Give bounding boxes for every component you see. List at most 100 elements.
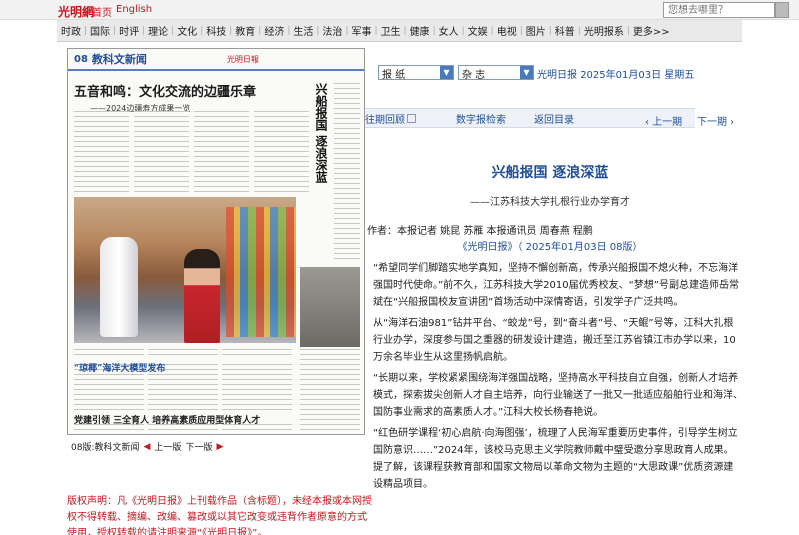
publication-weekday: 星期五 xyxy=(664,70,695,81)
text-line xyxy=(148,399,218,400)
text-line xyxy=(222,374,292,375)
nav-item[interactable]: 科普 xyxy=(555,23,575,38)
text-line xyxy=(254,191,309,192)
text-line xyxy=(148,404,218,405)
search-input[interactable] xyxy=(663,2,775,18)
text-line xyxy=(194,111,249,112)
digital-search-button[interactable]: 数字报检索 xyxy=(456,111,506,126)
page-number: 08 xyxy=(74,53,88,65)
back-issue-button[interactable]: 往期回顾 xyxy=(365,111,405,126)
nav-separator: | xyxy=(403,25,407,36)
page-lower-headline[interactable]: “琼椰”海洋大模型发布 xyxy=(74,361,165,374)
publication-selector: 报 纸 ▼ 杂 志 ▼ xyxy=(378,65,534,81)
text-line xyxy=(254,116,309,117)
text-line xyxy=(194,186,249,187)
text-line xyxy=(74,131,129,132)
text-line xyxy=(74,111,129,112)
publication-info: 光明日报 2025年01月03日 星期五 xyxy=(537,66,694,81)
prev-issue-link[interactable]: ‹ 上一期 xyxy=(645,113,682,128)
text-line xyxy=(222,349,292,350)
nav-item[interactable]: 生活 xyxy=(293,23,313,38)
text-line xyxy=(148,409,218,410)
text-line xyxy=(74,146,129,147)
text-line xyxy=(334,113,360,114)
nav-item[interactable]: 光明报系 xyxy=(584,23,624,38)
text-line xyxy=(74,409,144,410)
text-line xyxy=(148,394,218,395)
text-line xyxy=(300,359,360,360)
text-line xyxy=(148,379,218,380)
site-logo[interactable]: 光明網 xyxy=(58,3,94,20)
nav-item[interactable]: 科技 xyxy=(206,23,226,38)
next-issue-link[interactable]: 下一期 › xyxy=(697,113,734,128)
nav-item[interactable]: 军事 xyxy=(351,23,371,38)
article-author: 作者：本报记者 姚昆 苏雁 本报通讯员 周春燕 程鹏 xyxy=(367,226,593,237)
page-lower-subline[interactable]: 党建引领 三全育人 培养高素质应用型体育人才 xyxy=(74,413,260,426)
return-toc-button[interactable]: 返回目录 xyxy=(534,111,574,126)
home-link[interactable]: 首页 xyxy=(92,4,112,19)
nav-item[interactable]: 健康 xyxy=(410,23,430,38)
nav-item[interactable]: 更多>> xyxy=(633,23,670,38)
nav-item[interactable]: 理论 xyxy=(148,23,168,38)
nav-item[interactable]: 电视 xyxy=(497,23,517,38)
newspaper-page-image[interactable]: 08 教科文新闻 光明日報 五音和鸣：文化交流的边疆乐章 ——2024边疆寿方成… xyxy=(67,48,365,435)
text-line xyxy=(74,151,129,152)
text-line xyxy=(254,111,309,112)
text-line xyxy=(222,354,292,355)
text-line xyxy=(148,389,218,390)
nav-item[interactable]: 教育 xyxy=(235,23,255,38)
text-line xyxy=(194,161,249,162)
text-line xyxy=(222,404,292,405)
search-button[interactable] xyxy=(775,2,789,18)
nav-item[interactable]: 卫生 xyxy=(381,23,401,38)
nav-item[interactable]: 图片 xyxy=(526,23,546,38)
nav-separator: | xyxy=(229,25,233,36)
text-line xyxy=(300,354,360,355)
text-line xyxy=(334,163,360,164)
text-line xyxy=(74,121,129,122)
prev-page-link[interactable]: 上一版 xyxy=(154,440,181,453)
text-line xyxy=(334,218,360,219)
nav-item[interactable]: 文娱 xyxy=(468,23,488,38)
text-line xyxy=(134,191,189,192)
text-line xyxy=(334,148,360,149)
nav-separator: | xyxy=(345,25,349,36)
text-line xyxy=(222,369,292,370)
text-line xyxy=(334,238,360,239)
text-line xyxy=(254,151,309,152)
text-line xyxy=(222,384,292,385)
newspaper-select[interactable]: 报 纸 ▼ xyxy=(378,65,454,81)
nav-item[interactable]: 法治 xyxy=(322,23,342,38)
text-line xyxy=(334,93,360,94)
text-line xyxy=(194,121,249,122)
english-link[interactable]: English xyxy=(116,4,152,15)
text-line xyxy=(134,141,189,142)
magazine-select[interactable]: 杂 志 ▼ xyxy=(458,65,534,81)
calendar-icon[interactable] xyxy=(407,113,416,123)
text-line xyxy=(300,429,360,430)
text-line xyxy=(254,176,309,177)
nav-item[interactable]: 时政 xyxy=(61,23,81,38)
text-line xyxy=(134,161,189,162)
nav-item[interactable]: 时评 xyxy=(119,23,139,38)
arrow-right-icon: ▶ xyxy=(216,441,224,452)
text-line xyxy=(300,404,360,405)
text-line xyxy=(254,156,309,157)
text-line xyxy=(222,399,292,400)
text-line xyxy=(134,121,189,122)
article-body: “希望同学们脚踏实地学真知，坚持不懈创新高，传承兴船报国不熄火种，不忘海洋强国时… xyxy=(373,260,743,497)
nav-separator: | xyxy=(626,25,630,36)
nav-item[interactable]: 女人 xyxy=(439,23,459,38)
text-line xyxy=(254,136,309,137)
current-page-label: 08版:教科文新闻 xyxy=(71,443,140,453)
next-page-link[interactable]: 下一版 xyxy=(185,440,212,453)
page-header: 08 教科文新闻 光明日報 xyxy=(68,49,364,71)
text-line xyxy=(194,166,249,167)
nav-item[interactable]: 经济 xyxy=(264,23,284,38)
text-line xyxy=(134,131,189,132)
text-line xyxy=(334,233,360,234)
nav-item[interactable]: 国际 xyxy=(90,23,110,38)
page-vertical-title[interactable]: 兴船报国 逐浪深蓝 xyxy=(313,83,328,183)
photo-shelf xyxy=(226,207,296,337)
nav-item[interactable]: 文化 xyxy=(177,23,197,38)
